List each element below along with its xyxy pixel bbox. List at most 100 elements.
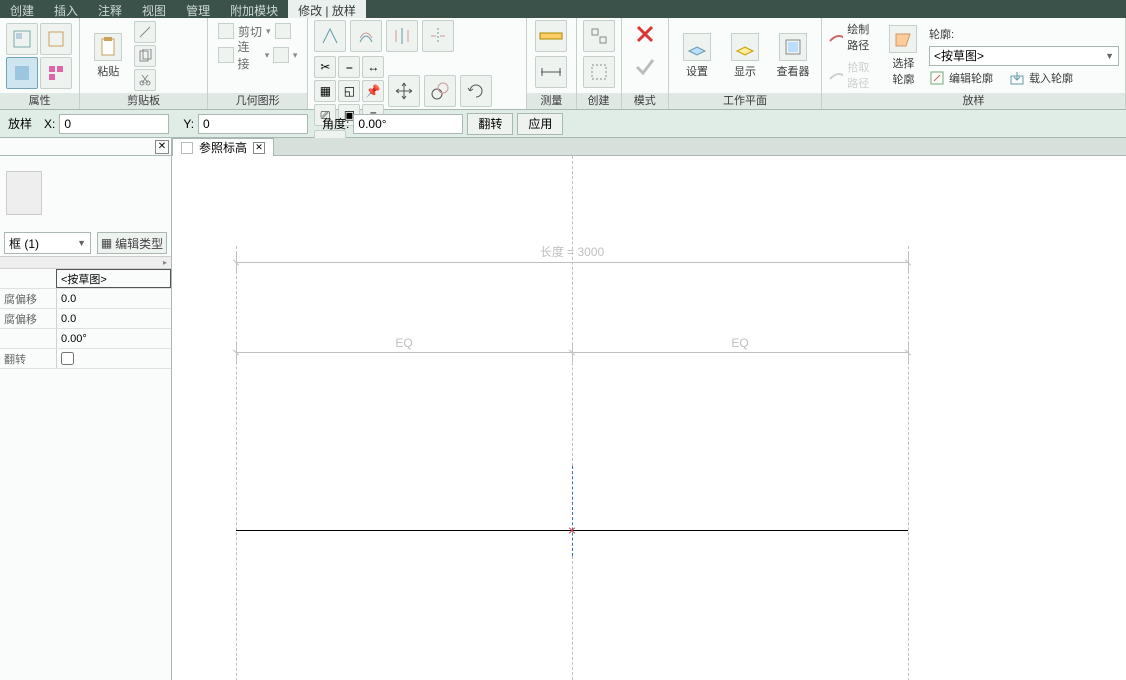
view-tabbar: 参照标高 ✕ bbox=[172, 138, 1126, 156]
dim-tick-icon bbox=[904, 348, 912, 356]
panel-title-clipboard: 剪贴板 bbox=[80, 93, 207, 109]
set-workplane-button[interactable]: 设置 bbox=[675, 33, 719, 79]
family-types-button[interactable] bbox=[6, 57, 38, 89]
view-tab-close-button[interactable]: ✕ bbox=[253, 142, 265, 154]
panel-title-mode: 模式 bbox=[622, 93, 668, 109]
ref-plane-right bbox=[908, 246, 909, 680]
create-group-button[interactable] bbox=[583, 20, 615, 52]
offset-button[interactable] bbox=[350, 20, 382, 52]
drawing-canvas[interactable]: 长度 = 3000 EQ EQ bbox=[172, 156, 1126, 680]
join-geometry-label: 连接 bbox=[238, 38, 261, 72]
dim-length-text[interactable]: 长度 = 3000 bbox=[540, 243, 604, 260]
panel-title-properties: 属性 bbox=[0, 93, 79, 109]
rotate-button[interactable] bbox=[460, 75, 492, 107]
prop-row-offset2-value[interactable]: 0.0 bbox=[56, 309, 171, 328]
split-button[interactable]: ✂ bbox=[314, 56, 336, 78]
join-geometry-button[interactable]: 连接▾▾ bbox=[214, 44, 301, 66]
properties-palette: ✕ 框 (1)▼ ▦编辑类型 ▸ <按草图> 腐偏移0.0 腐偏移0.0 0.0… bbox=[0, 138, 172, 680]
prop-row-offset1-value[interactable]: 0.0 bbox=[56, 289, 171, 308]
dim-tick-icon bbox=[568, 348, 576, 356]
scale-button[interactable]: ◱ bbox=[338, 80, 360, 102]
ribbon: 属性 粘贴 剪贴板 剪切▾ 连接▾▾ 几何图形 bbox=[0, 18, 1126, 110]
move-button[interactable] bbox=[388, 75, 420, 107]
copy-clipboard-button[interactable] bbox=[134, 45, 156, 67]
tab-addins[interactable]: 附加模块 bbox=[220, 0, 288, 18]
prop-row-flip-check[interactable] bbox=[56, 349, 171, 368]
apply-button[interactable]: 应用 bbox=[517, 113, 563, 135]
properties-palette-button[interactable] bbox=[6, 23, 38, 55]
ref-plane-vertical bbox=[572, 156, 573, 466]
dim-eq-text-left[interactable]: EQ bbox=[395, 336, 412, 350]
cut-geometry-label: 剪切 bbox=[238, 23, 262, 40]
tab-annotate[interactable]: 注释 bbox=[88, 0, 132, 18]
ref-plane-left bbox=[236, 246, 237, 680]
edit-type-button[interactable]: ▦编辑类型 bbox=[97, 232, 167, 254]
panel-title-sweep: 放样 bbox=[822, 93, 1125, 109]
type-selector-combo[interactable]: 框 (1)▼ bbox=[4, 232, 91, 254]
select-profile-button[interactable]: 选择 轮廓 bbox=[888, 25, 919, 87]
panel-title-measure: 测量 bbox=[527, 93, 575, 109]
align-button[interactable] bbox=[314, 20, 346, 52]
y-input[interactable] bbox=[198, 114, 308, 134]
prop-row-angle-value[interactable]: 0.00° bbox=[56, 329, 171, 348]
origin-marker-icon bbox=[568, 526, 576, 534]
panel-title-create: 创建 bbox=[577, 93, 621, 109]
profile-label: 轮廓: bbox=[929, 26, 954, 42]
profile-dropdown[interactable]: <按草图>▼ bbox=[929, 46, 1119, 66]
angle-label: 角度: bbox=[322, 115, 349, 132]
mirror-axis-button[interactable] bbox=[386, 20, 418, 52]
dim-length-line bbox=[236, 262, 908, 263]
prop-row-offset1-label: 腐偏移 bbox=[0, 289, 56, 308]
dim-tick-icon bbox=[904, 258, 912, 266]
mirror-draw-button[interactable] bbox=[422, 20, 454, 52]
finish-mode-button[interactable] bbox=[631, 52, 659, 80]
copy-button[interactable] bbox=[424, 75, 456, 107]
dimension-button[interactable] bbox=[535, 56, 567, 88]
create-similar-button[interactable] bbox=[583, 56, 615, 88]
draw-path-button[interactable]: 绘制路径 bbox=[828, 21, 878, 53]
tab-view[interactable]: 视图 bbox=[132, 0, 176, 18]
pick-path-button[interactable]: 拾取路径 bbox=[828, 59, 878, 91]
measure-button[interactable] bbox=[535, 20, 567, 52]
load-profile-button[interactable]: 载入轮廓 bbox=[1009, 70, 1073, 86]
cancel-mode-button[interactable] bbox=[631, 20, 659, 48]
view-tab-ref-level[interactable]: 参照标高 ✕ bbox=[172, 138, 274, 156]
show-workplane-button[interactable]: 显示 bbox=[723, 33, 767, 79]
x-label: X: bbox=[44, 117, 55, 131]
panel-title-geometry: 几何图形 bbox=[208, 93, 307, 109]
optbar-context-label: 放样 bbox=[0, 115, 40, 132]
angle-input[interactable] bbox=[353, 114, 463, 134]
view-tab-label: 参照标高 bbox=[199, 139, 247, 156]
tab-insert[interactable]: 插入 bbox=[44, 0, 88, 18]
dim-eq-text-right[interactable]: EQ bbox=[731, 336, 748, 350]
x-input[interactable] bbox=[59, 114, 169, 134]
properties-grid: <按草图> 腐偏移0.0 腐偏移0.0 0.00° 翻转 bbox=[0, 268, 171, 369]
options-bar: 放样 X: Y: 角度: 翻转 应用 bbox=[0, 110, 1126, 138]
tab-modify-sweep[interactable]: 修改 | 放样 bbox=[288, 0, 366, 18]
workplane-viewer-button[interactable]: 查看器 bbox=[771, 33, 815, 79]
cut-clipboard-button[interactable] bbox=[134, 69, 156, 91]
dim-tick-icon bbox=[232, 348, 240, 356]
trim-button[interactable]: ⎯ bbox=[338, 56, 360, 78]
flip-button[interactable]: 翻转 bbox=[467, 113, 513, 135]
edit-profile-button[interactable]: 编辑轮廓 bbox=[929, 70, 993, 86]
tab-create[interactable]: 创建 bbox=[0, 0, 44, 18]
type-preview-thumbnail bbox=[6, 171, 42, 215]
y-label: Y: bbox=[183, 117, 194, 131]
match-properties-button[interactable] bbox=[134, 21, 156, 43]
floorplan-icon bbox=[181, 142, 193, 154]
menu-tabstrip: 创建 插入 注释 视图 管理 附加模块 修改 | 放样 bbox=[0, 0, 1126, 18]
prop-row-profile[interactable]: <按草图> bbox=[56, 269, 171, 288]
prop-row-flip-label: 翻转 bbox=[0, 349, 56, 368]
paste-button[interactable]: 粘贴 bbox=[86, 33, 130, 79]
dim-tick-icon bbox=[232, 258, 240, 266]
pin-button[interactable]: 📌 bbox=[362, 80, 384, 102]
tab-manage[interactable]: 管理 bbox=[176, 0, 220, 18]
array-button[interactable]: ▦ bbox=[314, 80, 336, 102]
prop-row-offset2-label: 腐偏移 bbox=[0, 309, 56, 328]
extend-button[interactable]: ↔ bbox=[362, 56, 384, 78]
properties-close-button[interactable]: ✕ bbox=[155, 140, 169, 154]
type-properties-button[interactable] bbox=[40, 23, 72, 55]
properties-small-button[interactable] bbox=[40, 57, 72, 89]
ref-plane-vertical-2 bbox=[572, 556, 573, 680]
